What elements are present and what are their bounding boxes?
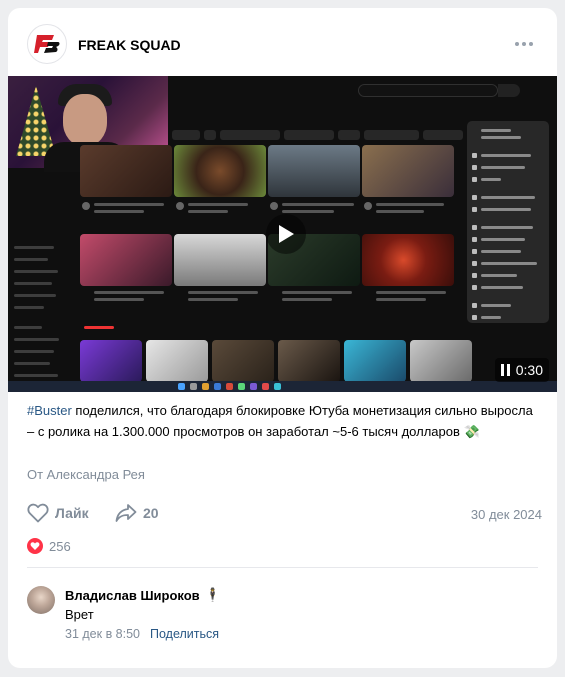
- post-text: #Buster поделился, что благодаря блокиро…: [27, 400, 542, 442]
- like-button[interactable]: Лайк: [27, 503, 89, 523]
- play-icon[interactable]: [266, 214, 306, 254]
- video-player[interactable]: 0:30: [8, 76, 557, 392]
- more-dots-icon[interactable]: [515, 42, 533, 46]
- youtube-topbar: [168, 76, 557, 106]
- comment-avatar[interactable]: [27, 586, 55, 614]
- youtube-search-button: [498, 84, 520, 97]
- group-name[interactable]: FREAK SQUAD: [78, 37, 181, 53]
- youtube-account-menu: [467, 121, 549, 323]
- video-thumbnail: [80, 234, 172, 286]
- hashtag-link[interactable]: #Buster: [27, 403, 72, 418]
- video-thumbnail: [268, 145, 360, 197]
- post-date[interactable]: 30 дек 2024: [471, 507, 542, 522]
- shorts-thumbnail: [212, 340, 274, 382]
- shorts-thumbnail: [410, 340, 472, 382]
- like-label: Лайк: [55, 505, 89, 521]
- shorts-thumbnail: [278, 340, 340, 382]
- freak-squad-logo-icon: [34, 35, 60, 53]
- comment-author-emoji: 🕴: [204, 587, 221, 602]
- shorts-thumbnail: [146, 340, 208, 382]
- share-arrow-icon: [115, 504, 137, 522]
- money-emoji: 💸: [463, 424, 480, 439]
- shorts-thumbnail: [80, 340, 142, 382]
- share-button[interactable]: 20: [115, 503, 159, 523]
- comment-time[interactable]: 31 дек в 8:50: [65, 627, 140, 641]
- comment-share-link[interactable]: Поделиться: [150, 627, 219, 641]
- youtube-search-box: [358, 84, 498, 97]
- group-avatar[interactable]: [27, 24, 67, 64]
- video-thumbnail: [362, 234, 454, 286]
- youtube-sidebar: [8, 236, 78, 392]
- heart-outline-icon: [27, 503, 49, 523]
- video-thumbnail: [362, 145, 454, 197]
- post-actions: Лайк 20 30 дек 2024: [27, 503, 542, 525]
- reactions-count: 256: [49, 538, 71, 554]
- comment-author-name: Владислав Широков: [65, 587, 200, 603]
- post-card: FREAK SQUAD 0:30 #Buster поделился, что …: [8, 8, 557, 668]
- comment-meta: 31 дек в 8:50 Поделиться: [65, 627, 219, 641]
- pause-bars-icon: [500, 364, 510, 376]
- reactions-summary[interactable]: 256: [27, 538, 71, 554]
- heart-reaction-icon: [27, 538, 43, 554]
- comment-author[interactable]: Владислав Широков 🕴: [65, 587, 221, 603]
- duration-text: 0:30: [515, 362, 543, 378]
- video-thumbnail: [80, 145, 172, 197]
- post-source: От Александра Рея: [27, 467, 145, 482]
- shorts-thumbnail: [344, 340, 406, 382]
- comments-divider: [27, 567, 538, 568]
- video-thumbnail: [174, 145, 266, 197]
- share-count: 20: [143, 505, 159, 521]
- video-thumbnail: [174, 234, 266, 286]
- comment-text: Врет: [65, 607, 94, 622]
- windows-taskbar: [8, 381, 557, 392]
- post-body: поделился, что благодаря блокировке Ютуб…: [27, 403, 533, 439]
- video-duration: 0:30: [494, 358, 549, 382]
